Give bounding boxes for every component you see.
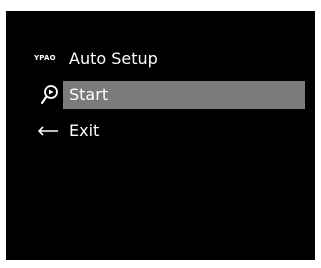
menu-title: Auto Setup — [69, 49, 158, 68]
ypao-logo-icon: YPAO — [34, 54, 56, 62]
osd-screen: YPAO Auto Setup Start Exit — [6, 11, 315, 260]
microphone-icon — [40, 84, 60, 106]
menu-item-start[interactable]: Start — [6, 81, 315, 109]
return-arrow-icon — [36, 125, 60, 137]
menu-item-label: Exit — [69, 121, 100, 140]
menu-title-row: YPAO Auto Setup — [6, 45, 315, 73]
menu-item-exit[interactable]: Exit — [6, 117, 315, 145]
menu-item-label: Start — [69, 85, 109, 104]
